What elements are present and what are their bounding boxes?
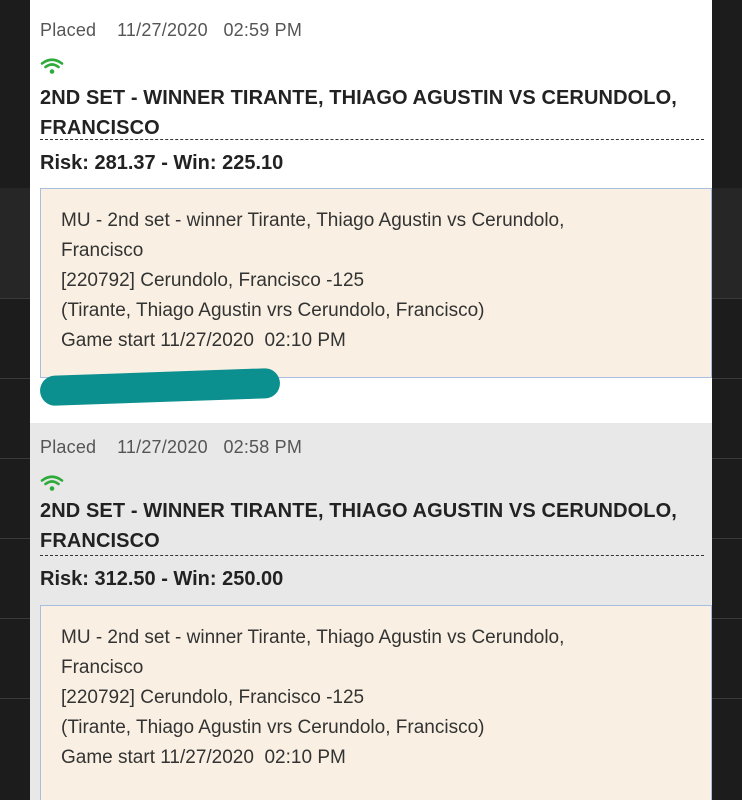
wifi-icon: [40, 58, 64, 74]
wifi-icon: [40, 475, 64, 491]
detail-line: [220792] Cerundolo, Francisco -125: [61, 687, 365, 708]
detail-line: (Tirante, Thiago Agustin vrs Cerundolo, …: [61, 717, 485, 738]
bet-time: 02:59 PM: [223, 20, 303, 40]
bet-card[interactable]: Placed 11/27/2020 02:59 PM 2ND SET - WIN…: [30, 0, 712, 423]
detail-line: (Tirante, Thiago Agustin vrs Cerundolo, …: [61, 300, 485, 321]
bet-status-line: Placed 11/27/2020 02:59 PM: [40, 20, 302, 41]
bet-title-line: 2ND SET - WINNER TIRANTE, THIAGO AGUSTIN…: [40, 87, 677, 109]
bet-status: Placed: [40, 437, 97, 457]
detail-line: MU - 2nd set - winner Tirante, Thiago Ag…: [61, 210, 565, 231]
bet-time: 02:58 PM: [223, 437, 303, 457]
bet-date: 11/27/2020: [117, 437, 208, 457]
bet-date: 11/27/2020: [117, 20, 208, 40]
bet-card[interactable]: Placed 11/27/2020 02:58 PM 2ND SET - WIN…: [30, 423, 712, 800]
dashed-divider: [40, 139, 704, 140]
risk-win-summary: Risk: 281.37 - Win: 225.10: [40, 152, 284, 174]
detail-line: Francisco: [61, 657, 144, 678]
bet-status-line: Placed 11/27/2020 02:58 PM: [40, 437, 302, 458]
bet-title: 2ND SET - WINNER TIRANTE, THIAGO AGUSTIN…: [40, 83, 690, 143]
detail-line: [220792] Cerundolo, Francisco -125: [61, 270, 365, 291]
bet-title-line: FRANCISCO: [40, 530, 160, 552]
detail-line: MU - 2nd set - winner Tirante, Thiago Ag…: [61, 627, 565, 648]
bet-title: 2ND SET - WINNER TIRANTE, THIAGO AGUSTIN…: [40, 496, 690, 556]
bet-title-line: 2ND SET - WINNER TIRANTE, THIAGO AGUSTIN…: [40, 500, 677, 522]
detail-line: Game start 11/27/2020 02:10 PM: [61, 747, 346, 768]
dashed-divider: [40, 555, 704, 556]
bet-detail-box: MU - 2nd set - winner Tirante, Thiago Ag…: [40, 188, 712, 378]
detail-line: Game start 11/27/2020 02:10 PM: [61, 330, 346, 351]
bet-detail-box: MU - 2nd set - winner Tirante, Thiago Ag…: [40, 605, 712, 800]
bet-history-panel[interactable]: Placed 11/27/2020 02:59 PM 2ND SET - WIN…: [30, 0, 712, 800]
detail-line: Francisco: [61, 240, 144, 261]
bet-status: Placed: [40, 20, 97, 40]
risk-win-summary: Risk: 312.50 - Win: 250.00: [40, 568, 284, 590]
